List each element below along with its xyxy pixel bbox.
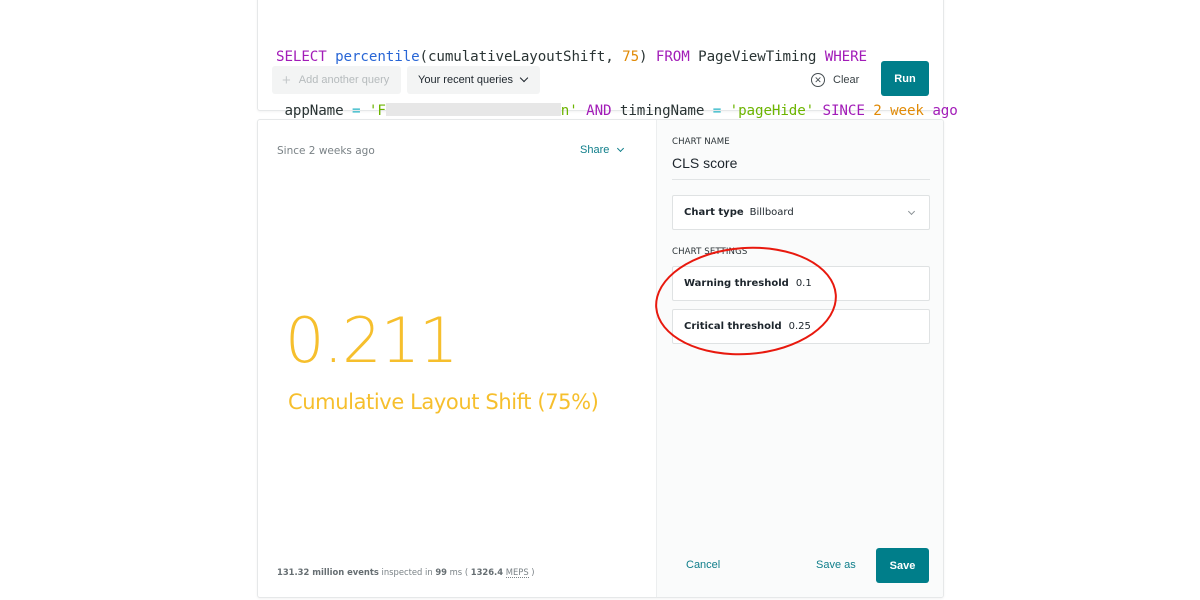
chart-type-select[interactable]: Chart type Billboard [672, 195, 930, 230]
stats-text: inspected in [378, 567, 436, 577]
clear-button[interactable]: ✕ Clear [811, 70, 859, 90]
nrql-token-kw: AND [586, 103, 612, 119]
critical-threshold-value: 0.25 [788, 321, 811, 332]
chart-type-label: Chart type [684, 207, 744, 218]
nrql-token [327, 49, 335, 65]
warning-threshold-field[interactable]: Warning threshold 0.1 [672, 266, 930, 301]
nrql-token: ) [639, 49, 656, 65]
warning-threshold-label: Warning threshold [684, 278, 789, 289]
meps-tooltip-trigger[interactable]: MEPS [505, 567, 529, 578]
chart-name-input[interactable]: CLS score [672, 155, 737, 171]
recent-queries-dropdown[interactable]: Your recent queries [407, 66, 540, 94]
meps-value: 1326.4 [470, 567, 504, 577]
nrql-token [721, 103, 729, 119]
nrql-token-kw: SINCE [822, 103, 865, 119]
billboard-value: 0.211 [285, 304, 458, 377]
warning-threshold-value: 0.1 [795, 278, 812, 289]
chart-name-heading: CHART NAME [672, 137, 730, 147]
chart-pane: Since 2 weeks ago Share 0.211 Cumulative… [258, 120, 656, 597]
nrql-token-num: 75 [622, 49, 640, 65]
nrql-token: timingName [611, 103, 713, 119]
nrql-line-1: SELECT percentile(cumulativeLayoutShift,… [276, 48, 958, 66]
nrql-token-kw: ago [932, 103, 958, 119]
chart-settings-pane: CHART NAME CLS score Chart type Billboar… [656, 120, 943, 597]
nrql-token: appName [276, 103, 352, 119]
recent-queries-label: Your recent queries [418, 74, 513, 86]
nrql-token-str: n' [560, 103, 578, 119]
chart-settings-heading: CHART SETTINGS [672, 247, 748, 257]
nrql-token [865, 103, 873, 119]
chevron-down-icon [519, 73, 529, 83]
critical-threshold-field[interactable]: Critical threshold 0.25 [672, 309, 930, 344]
nrql-token-kw: FROM [655, 49, 690, 65]
events-count: 131.32 million events [277, 567, 379, 577]
nrql-token-kw: WHERE [824, 49, 867, 65]
critical-threshold-label: Critical threshold [684, 321, 782, 332]
add-another-query-button[interactable]: + Add another query [272, 66, 401, 94]
add-another-query-label: Add another query [298, 74, 390, 86]
nrql-token [578, 103, 586, 119]
result-card: Since 2 weeks ago Share 0.211 Cumulative… [257, 119, 944, 598]
nrql-token-fn: percentile [335, 49, 420, 65]
redacted-text [385, 103, 561, 116]
save-button[interactable]: Save [876, 548, 929, 583]
nrql-line-2: appName = 'F n' AND timingName = 'pageHid… [276, 102, 958, 120]
nrql-token-op: = [712, 103, 722, 119]
nrql-token: PageViewTiming [689, 49, 825, 65]
nrql-token: (cumulativeLayoutShift, [419, 49, 623, 65]
nrql-token-num: 2 week [873, 103, 924, 119]
run-button[interactable]: Run [881, 61, 929, 96]
close-circle-icon: ✕ [811, 73, 825, 87]
chart-type-value: Billboard [749, 207, 794, 218]
clear-label: Clear [833, 74, 860, 86]
query-editor-card: SELECT percentile(cumulativeLayoutShift,… [257, 0, 958, 119]
nrql-token-str: 'F [368, 103, 386, 119]
stats-text: ) [528, 567, 535, 577]
query-stats: 131.32 million events inspected in 99 ms… [277, 567, 535, 578]
stats-text: ms ( [446, 567, 471, 577]
duration-value: 99 [435, 567, 447, 577]
nrql-token-str: 'pageHide' [729, 103, 815, 119]
save-as-button[interactable]: Save as [816, 559, 856, 571]
billboard-label: Cumulative Layout Shift (75%) [288, 390, 599, 414]
time-range-label: Since 2 weeks ago [277, 145, 375, 157]
cancel-button[interactable]: Cancel [686, 559, 720, 571]
nrql-token-kw: SELECT [276, 49, 327, 65]
share-label: Share [580, 144, 610, 156]
share-dropdown[interactable]: Share [580, 144, 625, 156]
chart-name-underline [672, 179, 930, 180]
chevron-down-icon [617, 144, 625, 153]
nrql-token [360, 103, 368, 119]
plus-icon: + [282, 71, 291, 89]
nrql-token [814, 103, 822, 119]
chevron-down-icon [907, 207, 916, 216]
